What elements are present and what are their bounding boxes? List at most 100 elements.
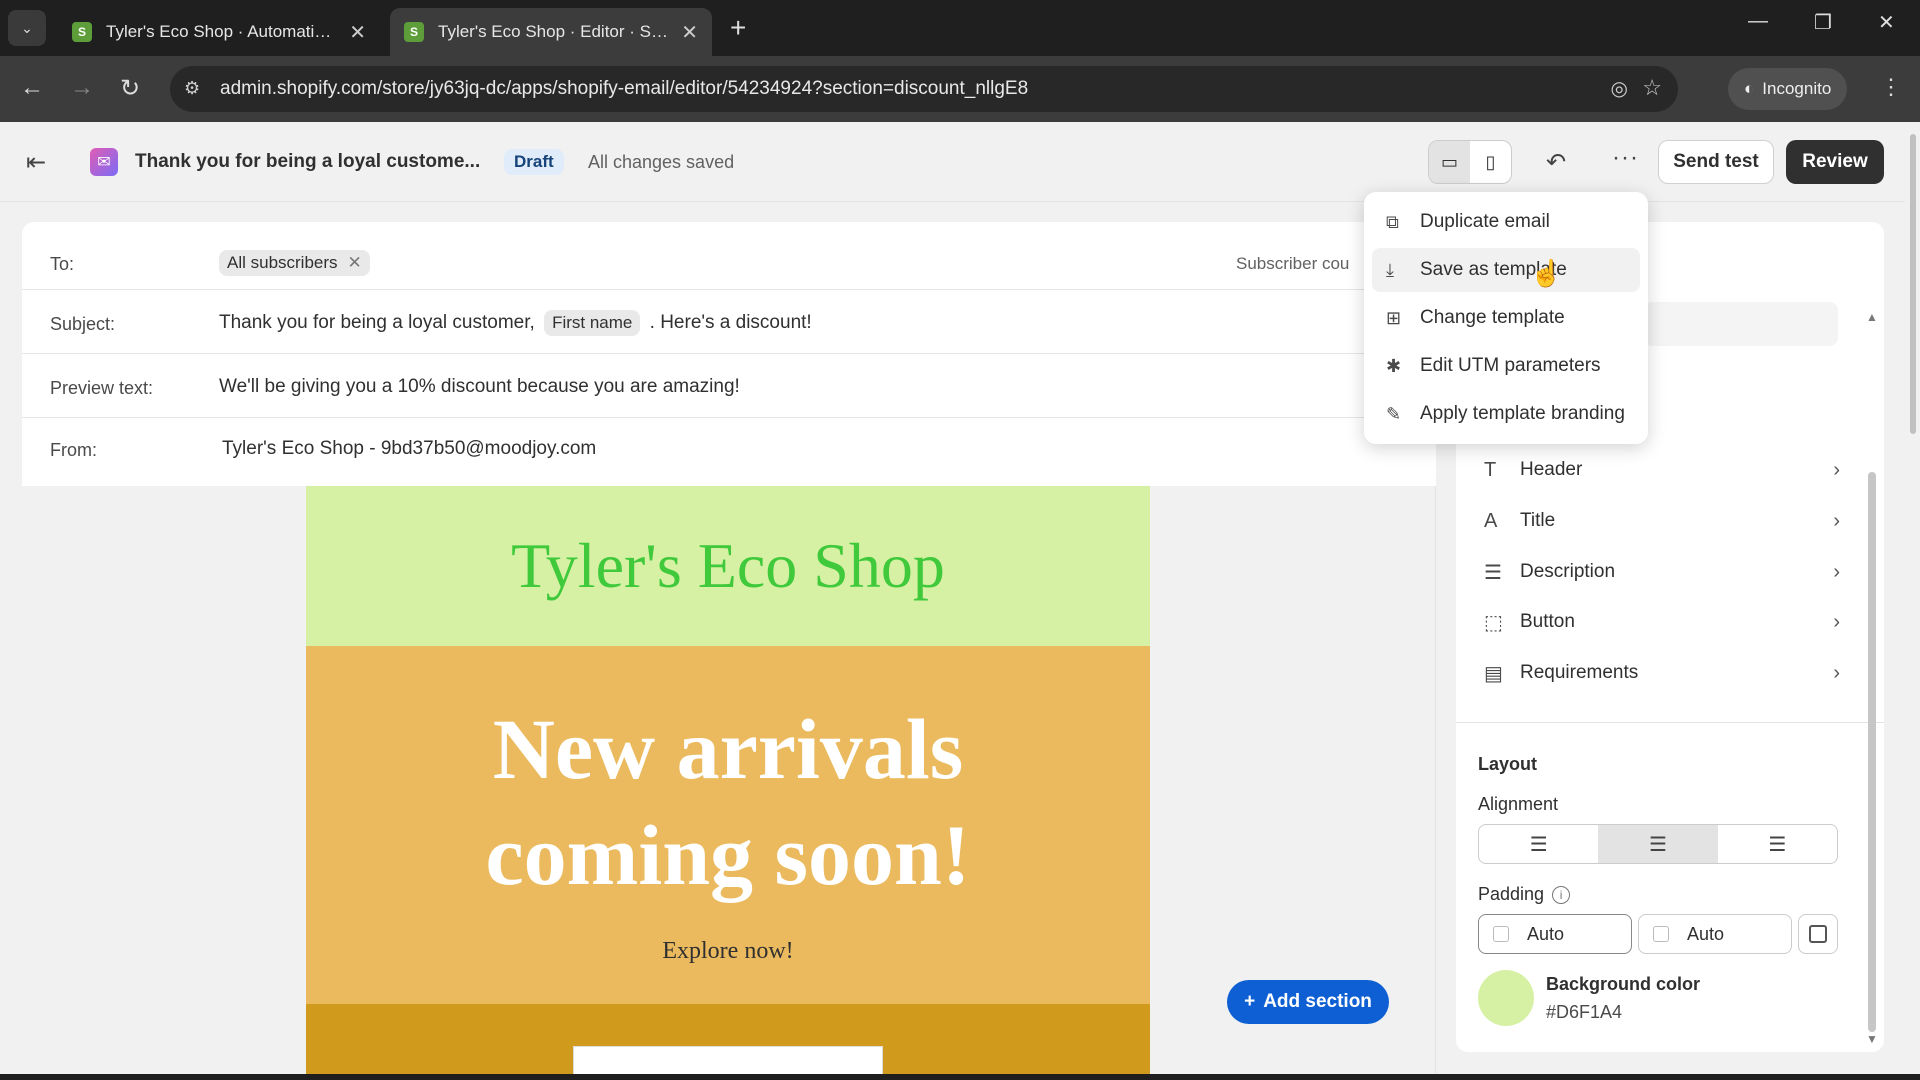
- tracking-protection-icon[interactable]: ◎: [1611, 76, 1628, 101]
- panel-scrollbar[interactable]: [1868, 472, 1876, 1032]
- incognito-indicator[interactable]: ◐ Incognito: [1728, 68, 1848, 110]
- more-actions-menu: ⧉ Duplicate email ⤓ Save as template ⊞ C…: [1364, 192, 1648, 444]
- menu-item-edit-utm-parameters[interactable]: ✱ Edit UTM parameters: [1372, 344, 1640, 388]
- remove-recipient-icon[interactable]: ✕: [348, 253, 362, 273]
- scroll-down-icon[interactable]: ▼: [1866, 1032, 1878, 1046]
- from-value[interactable]: Tyler's Eco Shop - 9bd37b50@moodjoy.com: [222, 438, 596, 460]
- duplicate-icon: ⧉: [1386, 211, 1399, 232]
- page-scrollbar[interactable]: [1908, 122, 1918, 1080]
- first-name-token[interactable]: First name: [544, 310, 641, 336]
- mobile-view-icon[interactable]: ▯: [1470, 141, 1511, 183]
- menu-item-save-as-template[interactable]: ⤓ Save as template: [1372, 248, 1640, 292]
- email-hero-section[interactable]: New arrivals coming soon! Explore now!: [306, 646, 1150, 1004]
- restore-icon[interactable]: ❐: [1814, 10, 1832, 35]
- close-tab-icon[interactable]: ✕: [681, 20, 698, 45]
- hero-line-1: New arrivals: [492, 701, 964, 797]
- more-actions-icon[interactable]: ···: [1612, 144, 1639, 172]
- email-header-section[interactable]: Tyler's Eco Shop: [306, 486, 1150, 646]
- browser-tab-automations[interactable]: S Tyler's Eco Shop · Automations ✕: [58, 8, 380, 56]
- to-label: To:: [50, 254, 75, 274]
- panel-item-header[interactable]: T Header ›: [1484, 450, 1840, 490]
- panel-item-title[interactable]: A Title ›: [1484, 501, 1840, 541]
- review-button[interactable]: Review: [1786, 140, 1884, 184]
- padding-horizontal-value: Auto: [1687, 923, 1725, 944]
- chevron-right-icon: ›: [1833, 661, 1840, 684]
- tab-title: Tyler's Eco Shop · Automations: [106, 22, 340, 41]
- email-title[interactable]: Thank you for being a loyal custome...: [135, 151, 480, 173]
- bookmark-star-icon[interactable]: ☆: [1642, 75, 1662, 101]
- close-tab-icon[interactable]: ✕: [349, 20, 366, 45]
- branding-icon: ✎: [1386, 403, 1402, 424]
- chevron-right-icon: ›: [1833, 458, 1840, 481]
- padding-box-icon: [1809, 925, 1827, 943]
- send-test-button[interactable]: Send test: [1658, 140, 1774, 184]
- chevron-right-icon: ›: [1833, 560, 1840, 583]
- recipient-chip[interactable]: All subscribers ✕: [219, 250, 370, 276]
- incognito-label: Incognito: [1762, 79, 1832, 98]
- padding-heading: Padding i: [1478, 884, 1571, 905]
- hero-subtext: Explore now!: [662, 938, 794, 964]
- browser-tab-editor[interactable]: S Tyler's Eco Shop · Editor · Shopify ✕: [390, 8, 712, 56]
- to-value[interactable]: All subscribers ✕: [219, 250, 370, 276]
- status-badge: Draft: [504, 149, 564, 175]
- subject-text-end: . Here's a discount!: [649, 312, 812, 333]
- browser-tab-bar: ⌄ S Tyler's Eco Shop · Automations ✕ S T…: [0, 0, 1920, 56]
- desktop-view-icon[interactable]: ▭: [1429, 141, 1470, 183]
- add-section-button[interactable]: + Add section: [1227, 980, 1389, 1024]
- background-color-swatch[interactable]: [1478, 970, 1534, 1026]
- email-canvas: Tyler's Eco Shop New arrivals coming soo…: [22, 486, 1436, 1080]
- divider: [1456, 722, 1884, 723]
- subject-label: Subject:: [50, 314, 116, 334]
- minimize-icon[interactable]: —: [1748, 10, 1768, 33]
- panel-field[interactable]: [1644, 302, 1838, 346]
- back-icon[interactable]: ←: [20, 74, 44, 102]
- alignment-label: Alignment: [1478, 794, 1559, 814]
- padding-horizontal-field[interactable]: Auto: [1638, 914, 1792, 954]
- panel-item-requirements[interactable]: ▤ Requirements ›: [1484, 653, 1840, 693]
- incognito-icon: ◐: [1744, 79, 1755, 98]
- menu-item-apply-template-branding[interactable]: ✎ Apply template branding: [1372, 392, 1640, 436]
- browser-menu-icon[interactable]: ⋮: [1880, 74, 1902, 100]
- panel-item-label: Button: [1520, 611, 1575, 632]
- new-tab-button[interactable]: +: [730, 12, 746, 44]
- padding-individual-toggle[interactable]: [1798, 914, 1838, 954]
- editor-header: ⇤ ✉ Thank you for being a loyal custome.…: [0, 122, 1905, 202]
- menu-item-duplicate-email[interactable]: ⧉ Duplicate email: [1372, 200, 1640, 244]
- exit-editor-icon[interactable]: ⇤: [26, 148, 46, 177]
- menu-item-change-template[interactable]: ⊞ Change template: [1372, 296, 1640, 340]
- tab-search-button[interactable]: ⌄: [8, 10, 46, 46]
- align-right-icon[interactable]: ☰: [1718, 825, 1837, 863]
- address-bar[interactable]: ⚙ admin.shopify.com/store/jy63jq-dc/apps…: [170, 66, 1678, 112]
- from-row: From: Tyler's Eco Shop - 9bd37b50@moodjo…: [22, 418, 1436, 486]
- menu-item-label: Change template: [1420, 307, 1565, 328]
- align-center-icon[interactable]: ☰: [1598, 825, 1718, 863]
- subject-row: Subject: Thank you for being a loyal cus…: [22, 290, 1436, 354]
- subject-text: Thank you for being a loyal customer,: [219, 312, 535, 333]
- chevron-right-icon: ›: [1833, 509, 1840, 532]
- padding-vertical-field[interactable]: Auto: [1478, 914, 1632, 954]
- save-template-icon: ⤓: [1386, 259, 1394, 280]
- change-template-icon: ⊞: [1386, 307, 1402, 328]
- forward-icon[interactable]: →: [70, 74, 94, 102]
- align-left-icon[interactable]: ☰: [1479, 825, 1598, 863]
- site-info-icon[interactable]: ⚙: [184, 78, 200, 99]
- view-toggle: ▭ ▯: [1428, 140, 1512, 184]
- description-icon: ☰: [1484, 561, 1502, 584]
- save-status: All changes saved: [588, 152, 735, 172]
- reload-icon[interactable]: ↻: [120, 74, 140, 103]
- info-icon[interactable]: i: [1552, 885, 1571, 904]
- background-color-value[interactable]: #D6F1A4: [1546, 1002, 1622, 1023]
- panel-item-button[interactable]: ⬚ Button ›: [1484, 602, 1840, 642]
- scrollbar-thumb[interactable]: [1910, 134, 1916, 434]
- undo-icon[interactable]: ↶: [1546, 148, 1566, 177]
- scroll-up-icon[interactable]: ▲: [1866, 310, 1878, 324]
- close-window-icon[interactable]: ✕: [1878, 10, 1895, 35]
- padding-label: Padding: [1478, 884, 1545, 904]
- padding-horizontal-icon: [1653, 926, 1669, 942]
- panel-item-description[interactable]: ☰ Description ›: [1484, 552, 1840, 592]
- subject-input[interactable]: Thank you for being a loyal customer, Fi…: [219, 310, 812, 336]
- from-label: From:: [50, 440, 97, 460]
- preview-text-input[interactable]: We'll be giving you a 10% discount becau…: [219, 376, 740, 398]
- email-discount-section[interactable]: [306, 1004, 1150, 1080]
- padding-vertical-icon: [1493, 926, 1509, 942]
